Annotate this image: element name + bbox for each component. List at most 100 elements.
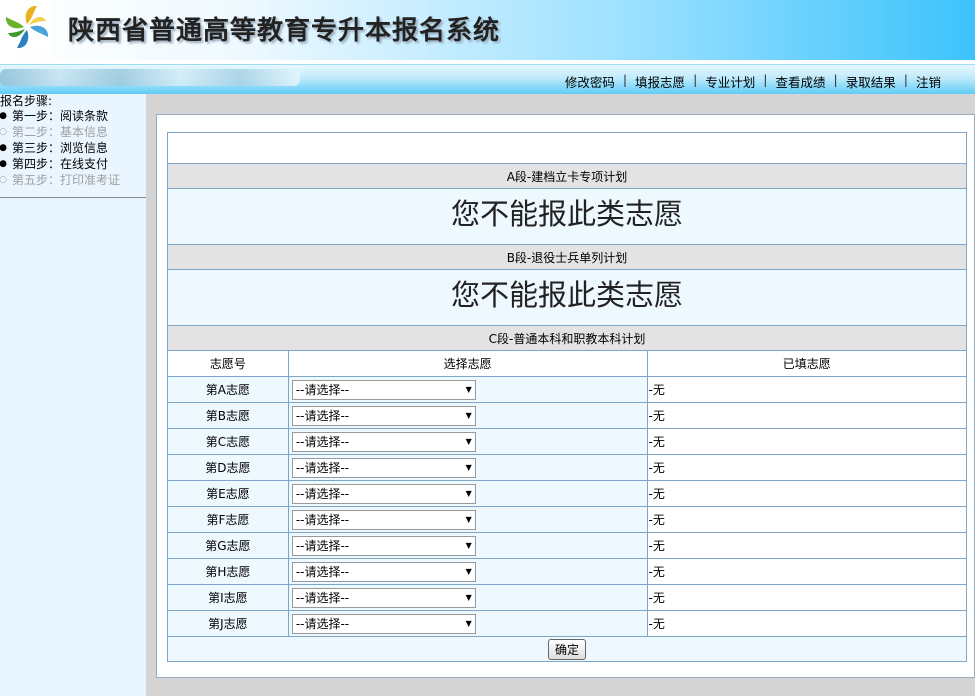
choice-select[interactable]: --请选择-- ▼ bbox=[291, 431, 476, 452]
nav-separator: | bbox=[833, 72, 838, 87]
content-panel: A段-建档立卡专项计划 您不能报此类志愿 B段-退役士兵单列计划 您不能报此类志… bbox=[156, 114, 975, 678]
select-value: --请选择-- bbox=[295, 383, 350, 397]
select-value: --请选择-- bbox=[295, 409, 350, 423]
chevron-down-icon: ▼ bbox=[465, 593, 472, 602]
select-value: --请选择-- bbox=[295, 565, 350, 579]
step-4[interactable]: ● 第四步：在线支付 bbox=[0, 156, 146, 172]
choice-select-cell: --请选择-- ▼ bbox=[287, 454, 648, 481]
chevron-down-icon: ▼ bbox=[465, 515, 472, 524]
choice-number: 第J志愿 bbox=[167, 610, 289, 637]
table-row: 第H志愿 --请选择-- ▼ -无 bbox=[167, 558, 968, 585]
chevron-down-icon: ▼ bbox=[465, 437, 472, 446]
section-c-title: C段-普通本科和职教本科计划 bbox=[167, 325, 967, 351]
table-row: 第J志愿 --请选择-- ▼ -无 bbox=[167, 610, 968, 637]
filled-choice: -无 bbox=[646, 454, 968, 481]
chevron-down-icon: ▼ bbox=[465, 567, 472, 576]
app-title: 陕西省普通高等教育专升本报名系统 bbox=[68, 16, 501, 46]
filled-choice: -无 bbox=[646, 402, 968, 429]
filled-choice: -无 bbox=[646, 428, 968, 455]
step-1[interactable]: ● 第一步：阅读条款 bbox=[0, 108, 146, 124]
logo-icon bbox=[2, 2, 52, 52]
choice-select-cell: --请选择-- ▼ bbox=[287, 480, 648, 507]
chevron-down-icon: ▼ bbox=[465, 385, 472, 394]
choice-select[interactable]: --请选择-- ▼ bbox=[291, 509, 476, 530]
bullet-hollow-icon: ○ bbox=[0, 175, 7, 185]
choice-select-cell: --请选择-- ▼ bbox=[287, 558, 648, 585]
select-value: --请选择-- bbox=[295, 487, 350, 501]
table-row: 第D志愿 --请选择-- ▼ -无 bbox=[167, 454, 968, 481]
choice-select[interactable]: --请选择-- ▼ bbox=[291, 561, 476, 582]
choice-number: 第D志愿 bbox=[167, 454, 289, 481]
choice-number: 第C志愿 bbox=[167, 428, 289, 455]
choice-select-cell: --请选择-- ▼ bbox=[287, 506, 648, 533]
chevron-down-icon: ▼ bbox=[465, 541, 472, 550]
nav-change-password[interactable]: 修改密码 bbox=[565, 72, 615, 91]
filled-choice: -无 bbox=[646, 584, 968, 611]
table-row: 第C志愿 --请选择-- ▼ -无 bbox=[167, 428, 968, 455]
section-a-message: 您不能报此类志愿 bbox=[167, 188, 967, 245]
chevron-down-icon: ▼ bbox=[465, 619, 472, 628]
choice-number: 第A志愿 bbox=[167, 376, 289, 403]
select-value: --请选择-- bbox=[295, 435, 350, 449]
step-3[interactable]: ● 第三步：浏览信息 bbox=[0, 140, 146, 156]
nav-separator: | bbox=[763, 72, 768, 87]
table-row: 第G志愿 --请选择-- ▼ -无 bbox=[167, 532, 968, 559]
nav-fill-choices[interactable]: 填报志愿 bbox=[635, 72, 685, 91]
select-value: --请选择-- bbox=[295, 617, 350, 631]
column-header-select: 选择志愿 bbox=[287, 350, 648, 377]
choice-select[interactable]: --请选择-- ▼ bbox=[291, 613, 476, 634]
select-value: --请选择-- bbox=[295, 591, 350, 605]
select-value: --请选择-- bbox=[295, 539, 350, 553]
sidebar: 报名步骤: ● 第一步：阅读条款 ○ 第二步：基本信息 ● 第三步：浏览信息 ● 第四步… bbox=[0, 94, 146, 696]
choice-select-cell: --请选择-- ▼ bbox=[287, 376, 648, 403]
choice-select-cell: --请选择-- ▼ bbox=[287, 584, 648, 611]
select-value: --请选择-- bbox=[295, 513, 350, 527]
choice-number: 第F志愿 bbox=[167, 506, 289, 533]
chevron-down-icon: ▼ bbox=[465, 489, 472, 498]
filled-choice: -无 bbox=[646, 376, 968, 403]
table-row: 第I志愿 --请选择-- ▼ -无 bbox=[167, 584, 968, 611]
choice-number: 第G志愿 bbox=[167, 532, 289, 559]
bullet-filled-icon: ● bbox=[0, 111, 7, 121]
filled-choice: -无 bbox=[646, 506, 968, 533]
bullet-filled-icon: ● bbox=[0, 143, 7, 153]
choice-number: 第I志愿 bbox=[167, 584, 289, 611]
choice-select[interactable]: --请选择-- ▼ bbox=[291, 379, 476, 400]
filled-choice: -无 bbox=[646, 532, 968, 559]
nav-logout[interactable]: 注销 bbox=[916, 72, 941, 91]
section-a-title: A段-建档立卡专项计划 bbox=[167, 163, 967, 189]
nav-separator: | bbox=[622, 72, 628, 87]
bullet-hollow-icon: ○ bbox=[0, 127, 7, 137]
table-row: 第B志愿 --请选择-- ▼ -无 bbox=[167, 402, 968, 429]
section-b-title: B段-退役士兵单列计划 bbox=[167, 244, 967, 270]
choice-select[interactable]: --请选择-- ▼ bbox=[291, 483, 476, 504]
choice-select-cell: --请选择-- ▼ bbox=[287, 610, 648, 637]
nav-admission-result[interactable]: 录取结果 bbox=[846, 72, 896, 91]
nav-view-scores[interactable]: 查看成绩 bbox=[776, 72, 826, 91]
table-row: 第E志愿 --请选择-- ▼ -无 bbox=[167, 480, 968, 507]
step-5: ○ 第五步：打印准考证 bbox=[0, 173, 121, 187]
footer-row: 确定 bbox=[167, 636, 967, 662]
chevron-down-icon: ▼ bbox=[465, 463, 472, 472]
nav-major-plan[interactable]: 专业计划 bbox=[705, 72, 755, 91]
bullet-filled-icon: ● bbox=[0, 159, 7, 169]
blank-row bbox=[167, 132, 967, 164]
choice-number: 第E志愿 bbox=[167, 480, 289, 507]
choice-select[interactable]: --请选择-- ▼ bbox=[291, 457, 476, 478]
filled-choice: -无 bbox=[646, 558, 968, 585]
table-row: 第F志愿 --请选择-- ▼ -无 bbox=[167, 506, 968, 533]
choices-table: A段-建档立卡专项计划 您不能报此类志愿 B段-退役士兵单列计划 您不能报此类志… bbox=[167, 132, 968, 662]
main-area: A段-建档立卡专项计划 您不能报此类志愿 B段-退役士兵单列计划 您不能报此类志… bbox=[146, 94, 975, 696]
confirm-button[interactable]: 确定 bbox=[547, 638, 586, 660]
chevron-down-icon: ▼ bbox=[465, 411, 472, 420]
select-value: --请选择-- bbox=[295, 461, 350, 475]
choice-select[interactable]: --请选择-- ▼ bbox=[291, 405, 476, 426]
steps-box: 报名步骤: ● 第一步：阅读条款 ○ 第二步：基本信息 ● 第三步：浏览信息 ● 第四步… bbox=[0, 94, 146, 198]
section-b-message: 您不能报此类志愿 bbox=[167, 269, 967, 326]
choice-select-cell: --请选择-- ▼ bbox=[287, 428, 648, 455]
filled-choice: -无 bbox=[646, 610, 968, 637]
column-header-no: 志愿号 bbox=[167, 350, 289, 377]
choice-select[interactable]: --请选择-- ▼ bbox=[291, 535, 476, 556]
choice-select[interactable]: --请选择-- ▼ bbox=[291, 587, 476, 608]
choice-number: 第H志愿 bbox=[167, 558, 289, 585]
